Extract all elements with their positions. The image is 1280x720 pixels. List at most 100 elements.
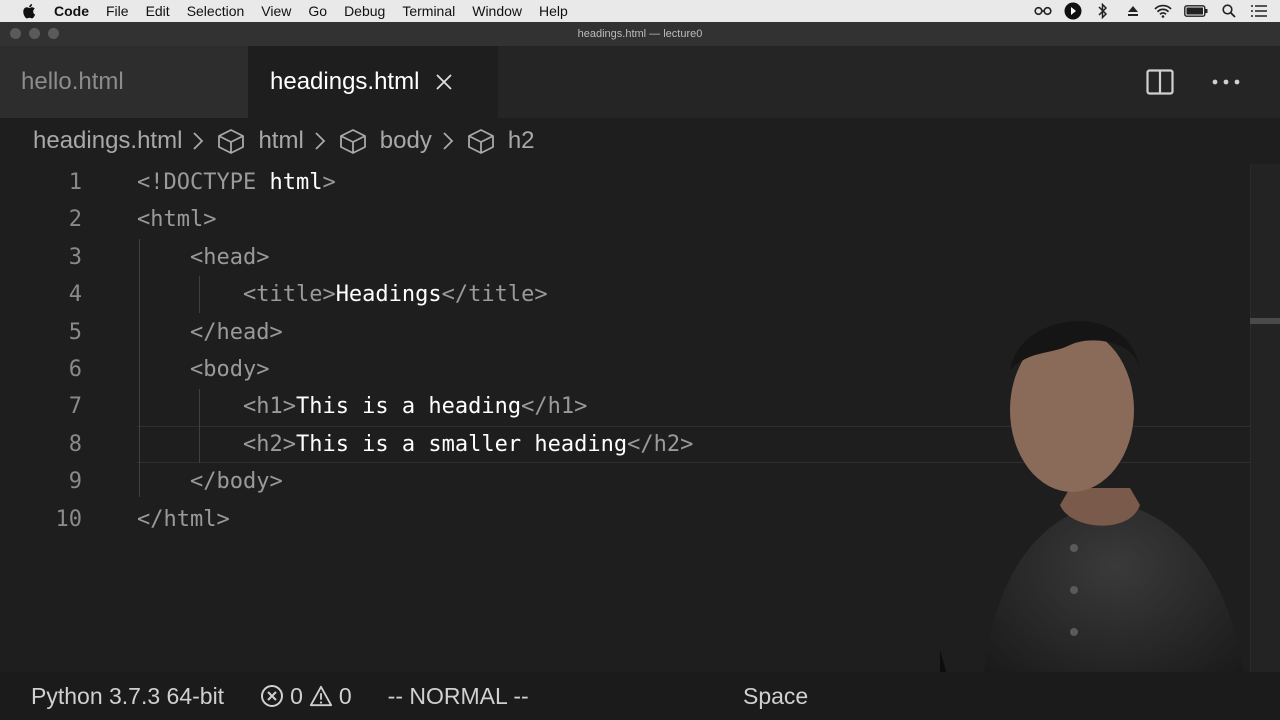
code-tag: <h1> [242,394,296,420]
breadcrumb-label: headings.html [33,127,183,154]
tab-label: headings.html [270,68,420,95]
menu-selection[interactable]: Selection [187,3,245,19]
code-lines: <!DOCTYPE html> <html> <head> <title>Head… [137,164,693,538]
breadcrumb-label: html [258,127,304,154]
tab-hello-html[interactable]: hello.html [0,46,248,118]
code-tag: </head> [189,319,283,345]
menu-file[interactable]: File [106,3,129,19]
line-number: 5 [68,319,82,345]
symbol-cube-icon [217,127,245,155]
code-tag: <title> [242,282,336,308]
code-tag: </h1> [521,394,588,420]
line-number: 8 [68,431,82,457]
breadcrumb-label: h2 [507,127,535,154]
code-tag: <html> [137,207,217,233]
play-circle-icon[interactable] [1064,2,1082,20]
code-tag: </html> [137,506,230,532]
chevron-right-icon [314,130,330,152]
macos-menu-bar: Code File Edit Selection View Go Debug T… [0,0,1280,22]
line-number: 2 [68,207,82,233]
warning-icon [309,684,333,708]
menu-bar-status-icons [1034,0,1280,22]
menu-terminal[interactable]: Terminal [402,3,455,19]
code-tag: <head> [189,244,270,270]
split-editor-icon[interactable] [1146,68,1174,96]
window-title-bar: headings.html — lecture0 [0,22,1280,46]
tab-label: hello.html [21,68,124,95]
code-line: </body> [137,463,693,500]
indentation-setting[interactable]: Space [743,683,808,710]
line-number: 6 [68,356,82,382]
editor-actions [1146,46,1240,118]
code-line: <!DOCTYPE html> [137,164,693,201]
line-number: 1 [68,170,82,195]
window-title: headings.html — lecture0 [577,28,703,40]
tab-bar: hello.html headings.html [0,46,1280,118]
breadcrumb-label: body [379,127,432,154]
breadcrumb-body[interactable]: body [339,127,432,155]
maximize-window-button[interactable] [48,28,59,39]
minimize-window-button[interactable] [29,28,40,39]
line-number: 9 [68,469,82,495]
python-interpreter[interactable]: Python 3.7.3 64-bit [31,683,224,710]
problems-indicator[interactable]: 0 0 [260,683,352,710]
notification-list-icon[interactable] [1250,3,1268,19]
code-text: This is a smaller heading [295,431,628,457]
eject-icon[interactable] [1124,3,1142,19]
menu-view[interactable]: View [261,3,291,19]
code-tag: <!DOCTYPE [137,170,270,195]
code-line: <h2>This is a smaller heading</h2> [137,426,693,463]
vim-mode: -- NORMAL -- [387,682,529,709]
wifi-icon[interactable] [1154,3,1172,19]
code-text: This is a heading [295,394,522,420]
line-number: 7 [68,394,82,420]
symbol-cube-icon [339,127,367,155]
code-text: Headings [335,282,442,308]
close-window-button[interactable] [10,28,21,39]
code-line: </html> [137,501,693,538]
status-bar: Python 3.7.3 64-bit 0 0 -- NORMAL -- Spa… [0,672,1280,720]
code-tag: <body> [189,356,270,382]
symbol-cube-icon [467,127,495,155]
search-icon[interactable] [1220,3,1238,19]
glasses-icon[interactable] [1034,3,1052,19]
menu-go[interactable]: Go [308,3,327,19]
code-tag: </h2> [627,431,694,457]
menu-debug[interactable]: Debug [344,3,385,19]
bluetooth-icon[interactable] [1094,3,1112,19]
breadcrumb-file[interactable]: headings.html [33,127,182,155]
line-number: 4 [68,282,82,308]
breadcrumb-h2[interactable]: h2 [467,127,535,155]
code-line: <title>Headings</title> [137,276,693,313]
code-tag: <h2> [242,431,296,457]
code-line: <body> [137,351,693,388]
chevron-right-icon [442,130,458,152]
presenter-video-overlay [780,300,1280,720]
menu-edit[interactable]: Edit [146,3,170,19]
menu-help[interactable]: Help [539,3,568,19]
more-actions-icon[interactable] [1212,68,1240,96]
code-line: </head> [137,314,693,351]
warning-count: 0 [338,682,352,709]
breadcrumb: headings.html html body h2 [0,118,1280,164]
apple-icon[interactable] [22,3,38,19]
menu-window[interactable]: Window [472,3,522,19]
code-tag: > [322,170,336,195]
window-controls [10,28,59,39]
line-number: 10 [55,506,83,532]
code-tag: </body> [189,469,283,495]
battery-icon[interactable] [1184,3,1208,19]
tab-headings-html[interactable]: headings.html [248,46,498,118]
line-number: 3 [68,244,82,270]
close-tab-icon[interactable] [435,73,453,91]
menu-app-code[interactable]: Code [54,3,89,19]
breadcrumb-html[interactable]: html [217,127,304,155]
error-icon [260,684,284,708]
code-line: <html> [137,201,693,238]
